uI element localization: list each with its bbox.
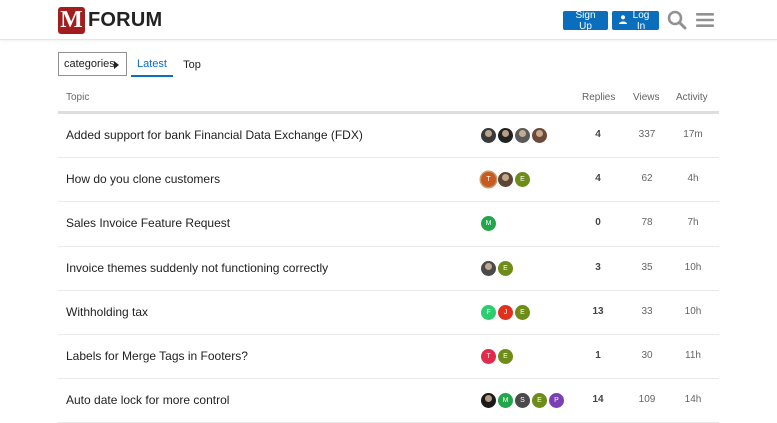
topic-activity[interactable]: 17m [677, 129, 709, 140]
poster-avatar[interactable]: E [498, 260, 513, 276]
topic-replies: 0 [595, 217, 601, 229]
poster-avatar[interactable]: P [549, 393, 564, 409]
column-header-views[interactable]: Views [633, 92, 660, 103]
topic-posters: M [481, 216, 498, 233]
topic-views: 78 [641, 217, 653, 229]
topic-title-link[interactable]: Withholding tax [66, 305, 148, 319]
topic-activity[interactable]: 7h [677, 217, 709, 228]
topic-posters: E [481, 260, 515, 278]
poster-avatar[interactable]: M [481, 216, 496, 232]
poster-avatar[interactable]: E [515, 304, 530, 320]
poster-avatar[interactable] [532, 128, 547, 143]
poster-avatar[interactable]: M [498, 393, 513, 409]
log-in-label: Log In [632, 9, 650, 32]
column-header-replies[interactable]: Replies [582, 92, 615, 103]
topic-posters [481, 128, 549, 145]
topic-list: Topic Replies Views Activity Added suppo… [58, 85, 719, 423]
poster-avatar[interactable]: E [532, 393, 547, 409]
user-icon [619, 14, 627, 27]
poster-avatar[interactable]: T [481, 348, 496, 364]
poster-avatar[interactable] [515, 128, 530, 143]
column-header-activity[interactable]: Activity [676, 92, 708, 103]
topic-title-link[interactable]: Invoice themes suddenly not functioning … [66, 261, 328, 275]
topic-activity[interactable]: 14h [677, 394, 709, 405]
poster-avatar[interactable]: F [481, 304, 496, 320]
tab-top[interactable]: Top [176, 52, 208, 77]
poster-avatar[interactable]: T [481, 172, 496, 188]
topic-posters: MSEP [481, 393, 566, 410]
hamburger-menu-icon[interactable] [695, 10, 715, 30]
topic-replies: 4 [595, 129, 601, 140]
topic-replies: 1 [595, 349, 601, 361]
topic-title-link[interactable]: Sales Invoice Feature Request [66, 216, 230, 230]
log-in-button[interactable]: Log In [612, 9, 659, 32]
topic-posters: TE [481, 172, 532, 189]
table-row[interactable]: Labels for Merge Tags in Footers? T E 1 30 11… [58, 335, 719, 380]
column-header-topic[interactable]: Topic [66, 92, 89, 103]
topic-title-link[interactable]: Added support for bank Financial Data Ex… [66, 128, 363, 142]
site-logo[interactable]: M FORUM [58, 6, 162, 34]
topic-activity[interactable]: 11h [677, 350, 709, 361]
topic-title-link[interactable]: Auto date lock for more control [66, 393, 229, 407]
logo-text: FORUM [88, 8, 163, 31]
categories-dropdown[interactable]: categories [58, 52, 127, 76]
topic-list-header: Topic Replies Views Activity [58, 85, 719, 114]
table-row[interactable]: Auto date lock for more control M S E P 14 109… [58, 379, 719, 423]
topic-posters: TE [481, 348, 515, 366]
table-row[interactable]: Withholding tax F J E 13 33 10h [58, 291, 719, 335]
categories-label: categories [64, 58, 115, 70]
tab-latest[interactable]: Latest [131, 52, 173, 77]
search-icon[interactable] [667, 10, 687, 30]
topic-posters: FJE [481, 304, 532, 322]
table-row[interactable]: Invoice themes suddenly not functioning … [58, 247, 719, 291]
topic-activity[interactable]: 10h [677, 306, 709, 317]
topic-views: 337 [638, 129, 656, 140]
topic-replies: 3 [595, 261, 601, 273]
poster-avatar[interactable]: E [498, 348, 513, 364]
table-row[interactable]: How do you clone customers T E 4 62 4h [58, 158, 719, 203]
topic-views: 33 [641, 305, 653, 317]
topic-replies: 4 [595, 173, 601, 185]
poster-avatar[interactable]: S [515, 393, 530, 409]
topic-activity[interactable]: 10h [677, 262, 709, 273]
topic-title-link[interactable]: Labels for Merge Tags in Footers? [66, 349, 248, 363]
poster-avatar[interactable]: E [515, 172, 530, 188]
poster-avatar[interactable] [481, 260, 496, 276]
poster-avatar[interactable] [498, 128, 513, 143]
sign-up-button[interactable]: Sign Up [563, 10, 608, 32]
poster-avatar[interactable] [481, 393, 496, 409]
poster-avatar[interactable] [481, 128, 496, 143]
topic-views: 35 [641, 261, 653, 273]
poster-avatar[interactable]: J [498, 304, 513, 320]
topic-views: 109 [638, 394, 656, 406]
topic-title-link[interactable]: How do you clone customers [66, 172, 220, 186]
logo-mark: M [58, 6, 85, 34]
topic-views: 62 [641, 173, 653, 185]
table-row[interactable]: Added support for bank Financial Data Ex… [58, 114, 719, 159]
site-header: M FORUM Sign Up Log In [0, 0, 777, 40]
topic-replies: 14 [592, 394, 604, 406]
topic-activity[interactable]: 4h [677, 173, 709, 184]
topic-replies: 13 [592, 305, 604, 317]
topic-views: 30 [641, 349, 653, 361]
poster-avatar[interactable] [498, 172, 513, 188]
caret-right-icon [114, 61, 119, 69]
table-row[interactable]: Sales Invoice Feature Request M 0 78 7h [58, 202, 719, 247]
